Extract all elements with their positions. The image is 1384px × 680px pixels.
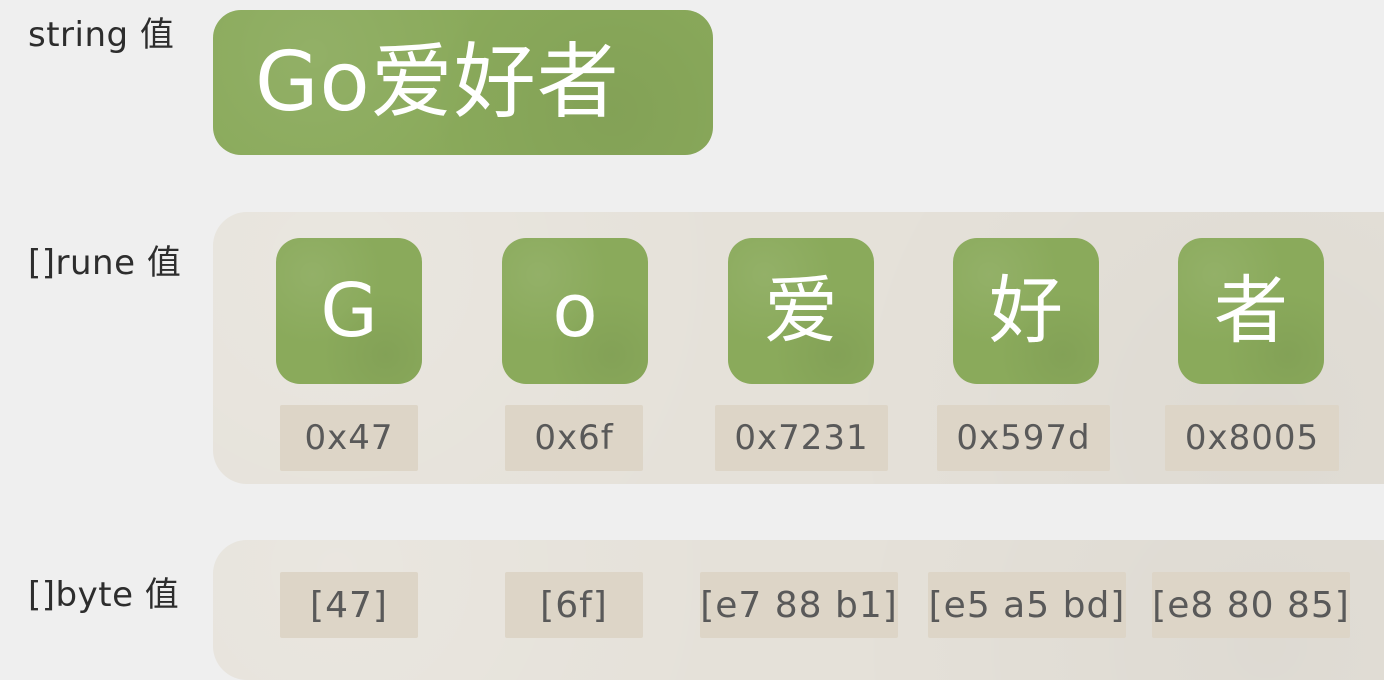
byte-value-zhe: [e8 80 85] — [1152, 572, 1350, 638]
byte-value-hao: [e5 a5 bd] — [928, 572, 1126, 638]
string-label: string 值 — [28, 15, 175, 55]
rune-cell-ai: 爱 — [728, 238, 874, 384]
byte-value-o: [6f] — [505, 572, 643, 638]
rune-hex-hao: 0x597d — [937, 405, 1110, 471]
byte-value-ai: [e7 88 b1] — [700, 572, 898, 638]
rune-hex-zhe: 0x8005 — [1165, 405, 1339, 471]
rune-label: []rune 值 — [28, 243, 182, 283]
rune-hex-o: 0x6f — [505, 405, 643, 471]
rune-cell-hao: 好 — [953, 238, 1099, 384]
rune-hex-ai: 0x7231 — [715, 405, 888, 471]
string-value-box: Go爱好者 — [213, 10, 713, 155]
byte-label: []byte 值 — [28, 575, 180, 615]
string-value-text: Go爱好者 — [255, 34, 620, 130]
rune-cell-g: G — [276, 238, 422, 384]
rune-cell-zhe: 者 — [1178, 238, 1324, 384]
byte-value-g: [47] — [280, 572, 418, 638]
rune-cell-o: o — [502, 238, 648, 384]
rune-hex-g: 0x47 — [280, 405, 418, 471]
